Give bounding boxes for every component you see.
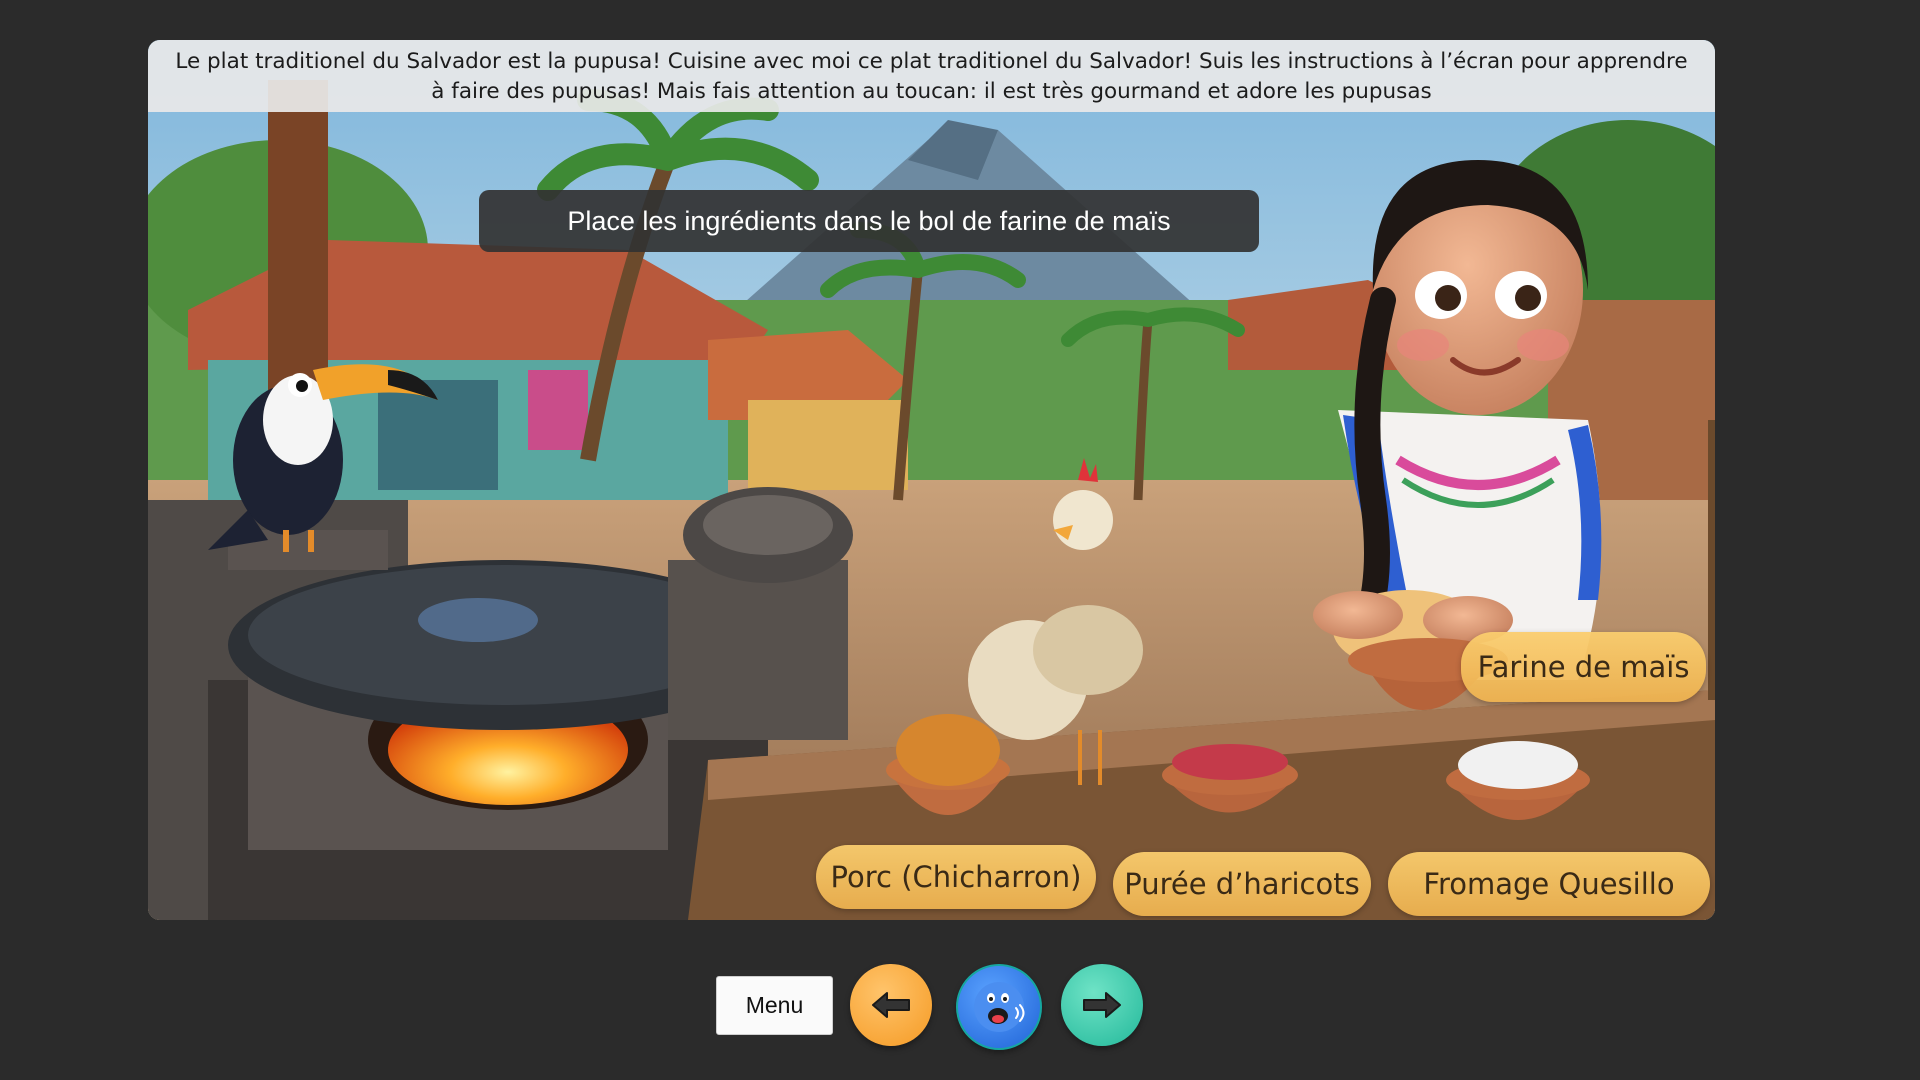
control-bar: Menu <box>0 960 1920 1050</box>
kitchen-scene-illustration <box>148 40 1715 920</box>
arrow-right-icon <box>1083 992 1121 1018</box>
arrow-left-icon <box>872 992 910 1018</box>
intro-text: Le plat traditionel du Salvador est la p… <box>148 40 1715 112</box>
ingredient-puree-haricots[interactable]: Purée d’haricots <box>1113 852 1371 916</box>
game-stage: Le plat traditionel du Salvador est la p… <box>148 40 1715 920</box>
audio-button[interactable] <box>956 964 1042 1050</box>
next-button[interactable] <box>1061 964 1143 1046</box>
speaking-face-icon <box>974 982 1025 1032</box>
ingredient-farine-de-mais[interactable]: Farine de maïs <box>1461 632 1706 702</box>
instruction-banner: Place les ingrédients dans le bol de far… <box>479 190 1259 252</box>
ingredient-porc-chicharron[interactable]: Porc (Chicharron) <box>816 845 1096 909</box>
ingredient-fromage-quesillo[interactable]: Fromage Quesillo <box>1388 852 1710 916</box>
menu-button[interactable]: Menu <box>716 976 833 1035</box>
previous-button[interactable] <box>850 964 932 1046</box>
